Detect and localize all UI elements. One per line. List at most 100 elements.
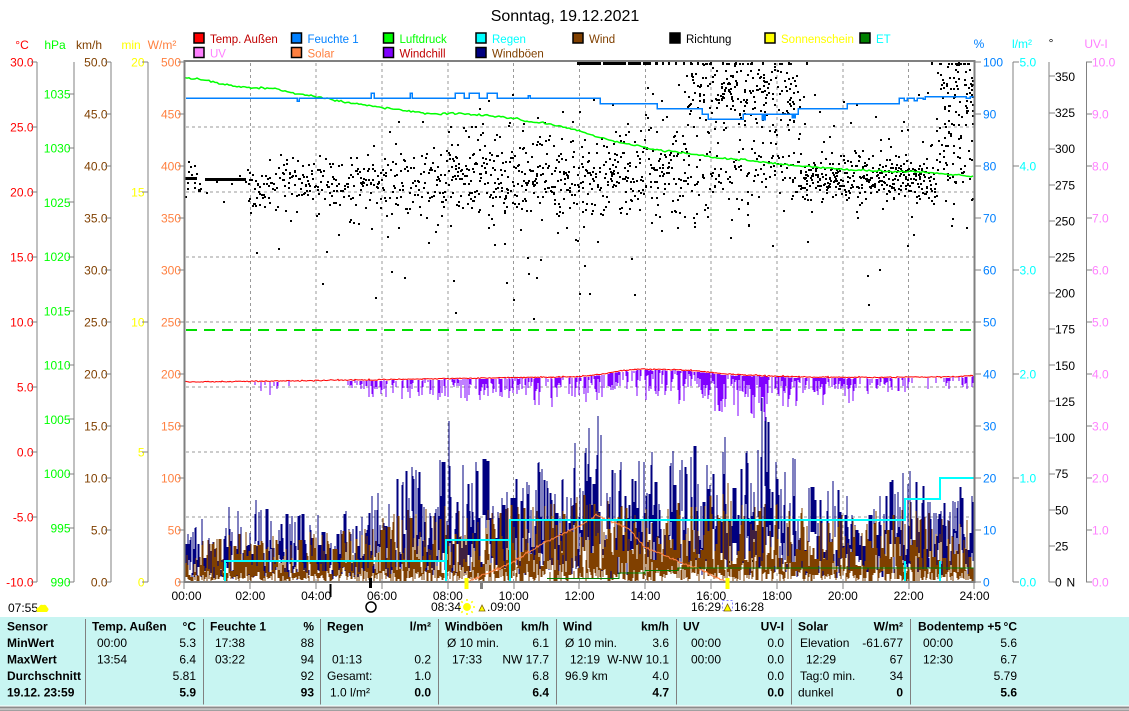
svg-text:MaxWert: MaxWert (7, 653, 57, 667)
svg-text:225: 225 (1055, 251, 1075, 265)
svg-text:00:00: 00:00 (171, 589, 201, 603)
svg-text:Durchschnitt: Durchschnitt (7, 669, 81, 683)
svg-text:9.0: 9.0 (1092, 108, 1109, 122)
svg-text:325: 325 (1055, 106, 1075, 120)
svg-text:4.0: 4.0 (1020, 160, 1037, 174)
svg-text:Regen: Regen (327, 620, 364, 634)
svg-text:1020: 1020 (44, 250, 71, 264)
svg-text:00:00: 00:00 (923, 636, 953, 650)
svg-text:-61.677: -61.677 (862, 636, 903, 650)
svg-text:12:30: 12:30 (923, 653, 953, 667)
svg-text:Windchill: Windchill (400, 49, 446, 61)
svg-text:12:29: 12:29 (806, 653, 836, 667)
svg-text:UV: UV (683, 620, 700, 634)
svg-text:UV-I: UV-I (761, 620, 784, 634)
svg-text:10.0: 10.0 (1092, 56, 1116, 70)
svg-text:-10.0: -10.0 (6, 576, 34, 590)
svg-text:40: 40 (983, 368, 997, 382)
svg-text:45.0: 45.0 (84, 108, 108, 122)
svg-text:1.0 l/m²: 1.0 l/m² (330, 686, 370, 700)
svg-text:2.0: 2.0 (1092, 472, 1109, 486)
svg-text:Elevation: Elevation (800, 636, 849, 650)
svg-text:6.4: 6.4 (532, 686, 549, 700)
svg-text:4.7: 4.7 (652, 686, 669, 700)
svg-text:02:00: 02:00 (235, 589, 265, 603)
svg-text:22:00: 22:00 (894, 589, 924, 603)
svg-text:UV-I: UV-I (1084, 37, 1107, 51)
svg-text:W/m²: W/m² (148, 38, 177, 52)
svg-text:km/h: km/h (521, 620, 549, 634)
svg-text:94: 94 (301, 653, 315, 667)
svg-text:5.0: 5.0 (1092, 316, 1109, 330)
svg-text:Feuchte 1: Feuchte 1 (210, 620, 266, 634)
svg-text:6.1: 6.1 (532, 636, 549, 650)
svg-text:995: 995 (50, 521, 70, 535)
svg-text:l/m²: l/m² (1012, 37, 1032, 51)
svg-text:0.0: 0.0 (414, 686, 431, 700)
svg-text:06:00: 06:00 (367, 589, 397, 603)
svg-text:125: 125 (1055, 395, 1075, 409)
svg-text:km/h: km/h (76, 38, 102, 52)
svg-text:200: 200 (1055, 287, 1075, 301)
svg-text:50.0: 50.0 (84, 56, 108, 70)
svg-text:%: % (303, 620, 314, 634)
svg-text:0.0: 0.0 (767, 653, 784, 667)
svg-text:8.0: 8.0 (1092, 160, 1109, 174)
svg-text:15.0: 15.0 (84, 420, 108, 434)
svg-text:16:28: 16:28 (734, 600, 764, 614)
svg-text:18:00: 18:00 (762, 589, 792, 603)
svg-text:34: 34 (890, 669, 904, 683)
svg-text:350: 350 (1055, 70, 1075, 84)
svg-text:275: 275 (1055, 178, 1075, 192)
svg-text:96.9 km: 96.9 km (565, 669, 608, 683)
svg-text:dunkel: dunkel (798, 686, 833, 700)
svg-text:Regen: Regen (492, 34, 526, 46)
svg-text:MinWert: MinWert (7, 636, 54, 650)
svg-text:Windböen: Windböen (445, 620, 503, 634)
svg-text:5.9: 5.9 (179, 686, 196, 700)
svg-text:UV: UV (210, 49, 226, 61)
svg-text:1005: 1005 (44, 413, 71, 427)
svg-text:5.6: 5.6 (1000, 686, 1017, 700)
svg-text:50: 50 (983, 316, 997, 330)
svg-text:20.0: 20.0 (10, 186, 34, 200)
svg-text:20:00: 20:00 (828, 589, 858, 603)
svg-text:5.6: 5.6 (1000, 636, 1017, 650)
svg-text:25.0: 25.0 (84, 316, 108, 330)
svg-text:20.0: 20.0 (84, 368, 108, 382)
svg-text:150: 150 (1055, 359, 1075, 373)
svg-text:1.0: 1.0 (1092, 524, 1109, 538)
svg-text:0.0: 0.0 (767, 669, 784, 683)
svg-text:12:19: 12:19 (570, 653, 600, 667)
svg-text:°: ° (1049, 36, 1054, 50)
svg-text:Luftdruck: Luftdruck (400, 34, 448, 46)
svg-text:14:00: 14:00 (630, 589, 660, 603)
svg-text:08:34: 08:34 (431, 600, 461, 614)
svg-text:1035: 1035 (44, 88, 71, 102)
svg-text:Solar: Solar (798, 620, 828, 634)
svg-text:07:55: 07:55 (8, 601, 38, 615)
svg-text:0.0: 0.0 (1092, 576, 1109, 590)
svg-text:°C: °C (15, 38, 29, 52)
svg-text:5.79: 5.79 (994, 669, 1018, 683)
svg-text:min: min (121, 38, 140, 52)
svg-text:24:00: 24:00 (959, 589, 989, 603)
svg-text:W-NW 10.1: W-NW 10.1 (607, 653, 669, 667)
svg-text:12:00: 12:00 (564, 589, 594, 603)
svg-text:10: 10 (983, 524, 997, 538)
svg-text:ET: ET (876, 34, 891, 46)
svg-text:0: 0 (983, 576, 990, 590)
svg-text:l/m²: l/m² (410, 620, 431, 634)
svg-text:Tag:0 min.: Tag:0 min. (800, 669, 855, 683)
svg-text:%: % (974, 37, 985, 51)
svg-text:-5.0: -5.0 (13, 511, 34, 525)
svg-text:00:00: 00:00 (691, 636, 721, 650)
svg-text:990: 990 (50, 575, 70, 589)
svg-text:1025: 1025 (44, 196, 71, 210)
svg-text:67: 67 (890, 653, 904, 667)
svg-text:Solar: Solar (308, 49, 335, 61)
svg-text:4.0: 4.0 (652, 669, 669, 683)
svg-text:25.0: 25.0 (10, 121, 34, 135)
svg-text:4.0: 4.0 (1092, 368, 1109, 382)
svg-text:90: 90 (983, 108, 997, 122)
